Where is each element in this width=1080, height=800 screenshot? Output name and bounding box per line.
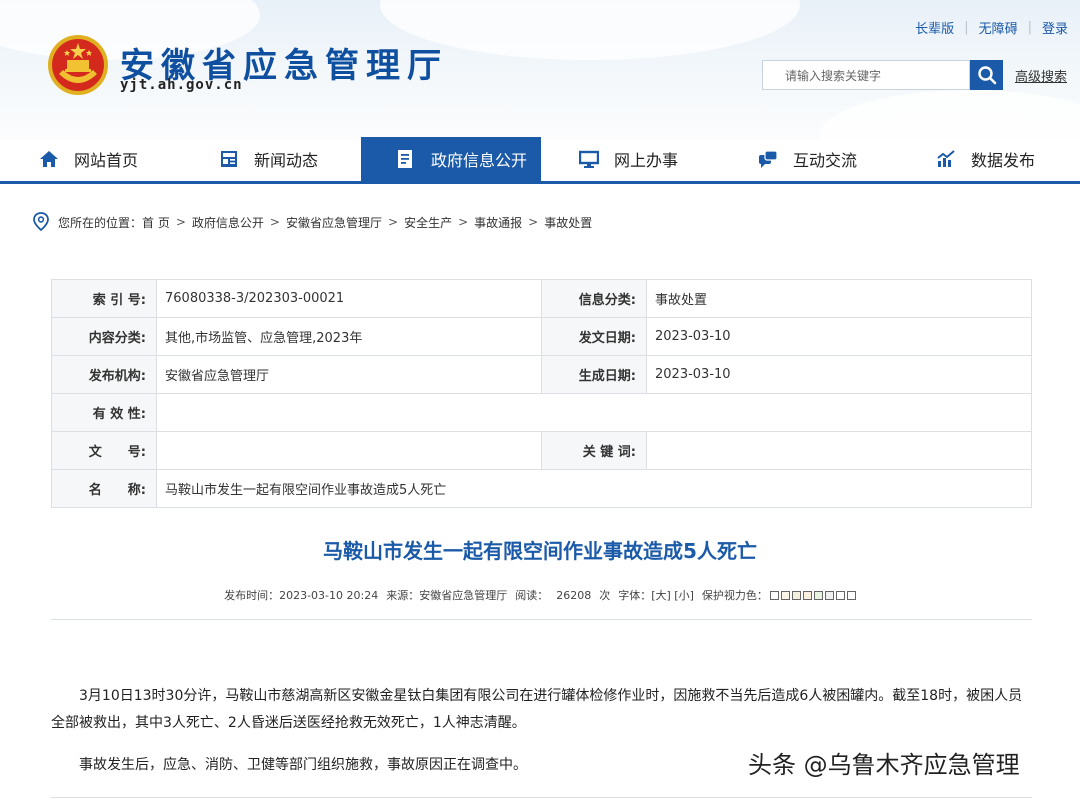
search-input[interactable]: 请输入搜索关键字 — [762, 60, 970, 90]
breadcrumb-item[interactable]: 政府信息公开 — [192, 214, 264, 231]
document-info-table: 索 引 号: 76080338-3/202303-00021 信息分类: 事故处… — [51, 279, 1032, 508]
validity-label: 有 效 性: — [51, 393, 157, 432]
monitor-icon — [578, 148, 600, 170]
color-option[interactable] — [769, 590, 779, 600]
table-row: 索 引 号: 76080338-3/202303-00021 信息分类: 事故处… — [51, 279, 1032, 318]
breadcrumb-item[interactable]: 安徽省应急管理厅 — [286, 214, 382, 231]
breadcrumb-item[interactable]: 事故通报 — [474, 214, 522, 231]
nav-item-interaction[interactable]: 互动交流 — [757, 137, 897, 181]
divider — [51, 797, 1032, 798]
category-value: 事故处置 — [646, 279, 1032, 318]
keywords-label: 关 键 词: — [541, 431, 647, 470]
table-row: 内容分类: 其他,市场监管、应急管理,2023年 发文日期: 2023-03-1… — [51, 317, 1032, 356]
nav-item-news[interactable]: 新闻动态 — [218, 137, 358, 181]
name-label: 名 称: — [51, 469, 157, 508]
main-nav: 网站首页 新闻动态 政府信息公开 网上办事 互动交流 数据发布 — [0, 137, 1080, 181]
color-option[interactable] — [813, 590, 823, 600]
article-title: 马鞍山市发生一起有限空间作业事故造成5人死亡 — [323, 539, 757, 563]
org-value: 安徽省应急管理厅 — [156, 355, 542, 394]
eye-protect-color-options — [769, 590, 856, 600]
breadcrumb-item[interactable]: 首 页 — [142, 214, 170, 231]
nav-item-home[interactable]: 网站首页 — [38, 137, 188, 181]
issue-date-value: 2023-03-10 — [646, 317, 1032, 356]
content-category-label: 内容分类: — [51, 317, 157, 356]
nav-underline — [0, 181, 1080, 184]
reads-label: 阅读： — [515, 589, 549, 602]
nav-item-online-service[interactable]: 网上办事 — [578, 137, 718, 181]
search-button[interactable] — [970, 60, 1003, 90]
article-meta: 发布时间：2023-03-10 20:24 来源：安徽省应急管理厅 阅读： 26… — [0, 587, 1080, 603]
reads-count: 26208 — [556, 588, 592, 602]
index-label: 索 引 号: — [51, 279, 157, 318]
color-option[interactable] — [791, 590, 801, 600]
doc-number-value — [156, 431, 542, 470]
gen-date-value: 2023-03-10 — [646, 355, 1032, 394]
color-option[interactable] — [824, 590, 834, 600]
elder-version-link[interactable]: 长辈版 — [915, 18, 954, 37]
national-emblem-icon — [48, 35, 108, 95]
index-value: 76080338-3/202303-00021 — [156, 279, 542, 318]
accessibility-link[interactable]: 无障碍 — [979, 18, 1018, 37]
gen-date-label: 生成日期: — [541, 355, 647, 394]
category-label: 信息分类: — [541, 279, 647, 318]
article-source: 来源：安徽省应急管理厅 — [386, 589, 508, 602]
keywords-value — [646, 431, 1032, 470]
breadcrumb-prefix: 您所在的位置： — [58, 215, 143, 230]
issue-date-label: 发文日期: — [541, 317, 647, 356]
site-header: 长辈版 | 无障碍 | 登录 安徽省应急管理厅 yjt.ah.gov.cn 请输… — [0, 0, 1080, 140]
breadcrumb-item[interactable]: 事故处置 — [544, 214, 592, 231]
publish-time: 发布时间：2023-03-10 20:24 — [224, 589, 379, 602]
content-category-value: 其他,市场监管、应急管理,2023年 — [156, 317, 542, 356]
watermark-text: 头条 @乌鲁木齐应急管理 — [748, 751, 1020, 779]
color-option[interactable] — [780, 590, 790, 600]
breadcrumb-item[interactable]: 安全生产 — [404, 214, 452, 231]
breadcrumb: 您所在的位置： 首 页 > 政府信息公开 > 安徽省应急管理厅 > 安全生产 >… — [32, 212, 592, 232]
color-option[interactable] — [835, 590, 845, 600]
chat-icon — [757, 148, 779, 170]
document-icon — [395, 148, 417, 170]
table-row: 发布机构: 安徽省应急管理厅 生成日期: 2023-03-10 — [51, 355, 1032, 394]
advanced-search-link[interactable]: 高级搜索 — [1015, 66, 1067, 85]
location-pin-icon — [33, 212, 49, 232]
reads-unit: 次 — [599, 589, 611, 602]
color-option[interactable] — [846, 590, 856, 600]
eye-protect-label: 保护视力色： — [701, 589, 768, 602]
font-size-control[interactable]: 字体：[大] [小] — [618, 587, 694, 603]
table-row: 文 号: 关 键 词: — [51, 431, 1032, 470]
top-links: 长辈版 | 无障碍 | 登录 — [915, 18, 1068, 37]
home-icon — [38, 148, 60, 170]
site-domain: yjt.ah.gov.cn — [120, 77, 243, 93]
doc-number-label: 文 号: — [51, 431, 157, 470]
article-paragraph: 3月10日13时30分许，马鞍山市慈湖高新区安徽金星钛白集团有限公司在进行罐体检… — [51, 688, 1023, 731]
name-value: 马鞍山市发生一起有限空间作业事故造成5人死亡 — [156, 469, 1032, 508]
news-icon — [218, 148, 240, 170]
divider — [51, 619, 1032, 620]
table-row: 有 效 性: — [51, 393, 1032, 432]
validity-value — [156, 393, 1032, 432]
table-row: 名 称: 马鞍山市发生一起有限空间作业事故造成5人死亡 — [51, 469, 1032, 508]
color-option[interactable] — [802, 590, 812, 600]
search-icon — [977, 66, 996, 85]
org-label: 发布机构: — [51, 355, 157, 394]
login-link[interactable]: 登录 — [1042, 18, 1068, 37]
nav-item-gov-info[interactable]: 政府信息公开 — [361, 137, 541, 181]
nav-item-data-release[interactable]: 数据发布 — [935, 137, 1075, 181]
chart-icon — [935, 148, 957, 170]
